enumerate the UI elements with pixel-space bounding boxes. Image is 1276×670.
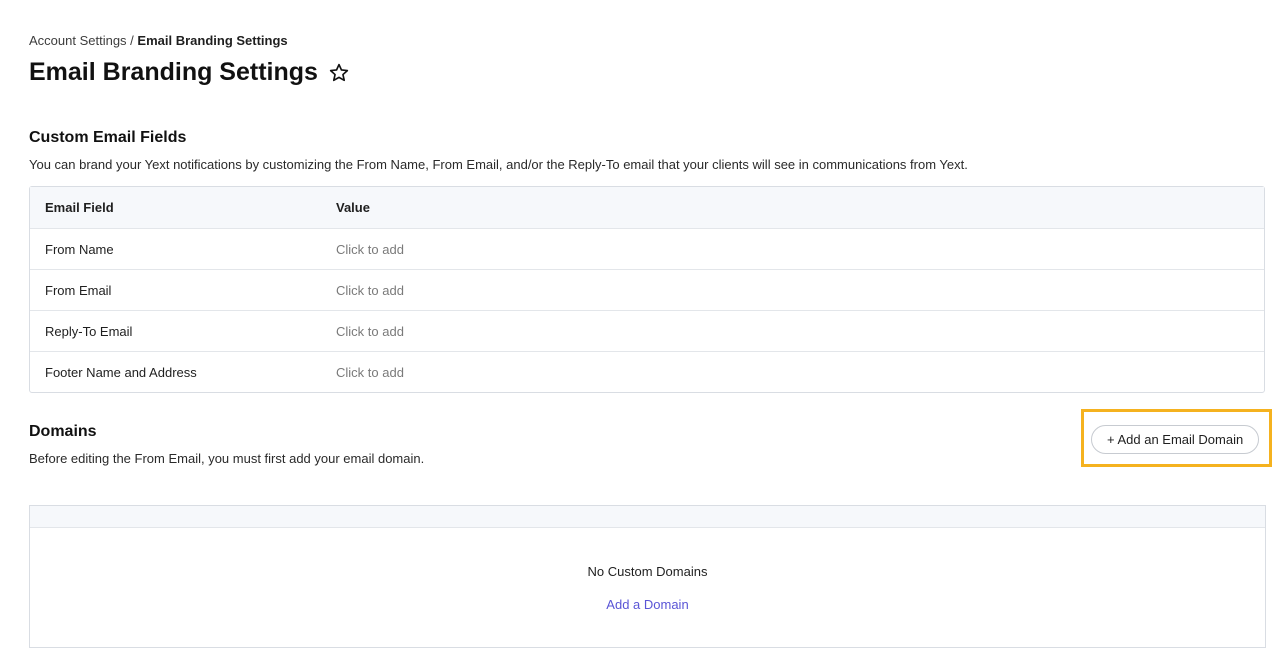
email-branding-page: Account Settings / Email Branding Settin…	[0, 0, 1276, 670]
page-title-row: Email Branding Settings	[29, 58, 350, 87]
breadcrumb-separator: /	[126, 33, 138, 48]
custom-email-fields-description: You can brand your Yext notifications by…	[29, 157, 968, 172]
table-header-row: Email Field Value	[30, 187, 1264, 228]
domains-description: Before editing the From Email, you must …	[29, 451, 425, 466]
domains-title: Domains	[29, 423, 97, 440]
field-value-reply-to-email[interactable]: Click to add	[336, 324, 404, 339]
field-value-from-email[interactable]: Click to add	[336, 283, 404, 298]
email-fields-table: Email Field Value From Name Click to add…	[29, 186, 1265, 393]
empty-state-title: No Custom Domains	[587, 564, 708, 579]
column-header-email-field: Email Field	[45, 200, 114, 215]
field-name: From Email	[45, 282, 112, 298]
page-title: Email Branding Settings	[29, 58, 318, 86]
field-value-from-name[interactable]: Click to add	[336, 242, 404, 257]
domains-table-header	[30, 506, 1265, 528]
domains-table: No Custom Domains Add a Domain	[29, 505, 1266, 648]
column-header-value: Value	[336, 200, 370, 215]
field-name: From Name	[45, 241, 114, 257]
table-row-reply-to-email: Reply-To Email Click to add	[30, 310, 1264, 351]
breadcrumb: Account Settings / Email Branding Settin…	[29, 33, 288, 48]
breadcrumb-account-settings[interactable]: Account Settings	[29, 33, 127, 48]
field-value-footer-name-address[interactable]: Click to add	[336, 365, 404, 380]
table-row-footer-name-address: Footer Name and Address Click to add	[30, 351, 1264, 392]
table-row-from-name: From Name Click to add	[30, 228, 1264, 269]
field-name: Reply-To Email	[45, 323, 133, 339]
add-domain-link[interactable]: Add a Domain	[606, 597, 688, 612]
field-name: Footer Name and Address	[45, 364, 197, 380]
breadcrumb-current: Email Branding Settings	[137, 33, 288, 48]
add-email-domain-button[interactable]: + Add an Email Domain	[1091, 425, 1260, 454]
star-icon[interactable]	[328, 62, 350, 84]
custom-email-fields-title: Custom Email Fields	[29, 129, 187, 146]
table-row-from-email: From Email Click to add	[30, 269, 1264, 310]
